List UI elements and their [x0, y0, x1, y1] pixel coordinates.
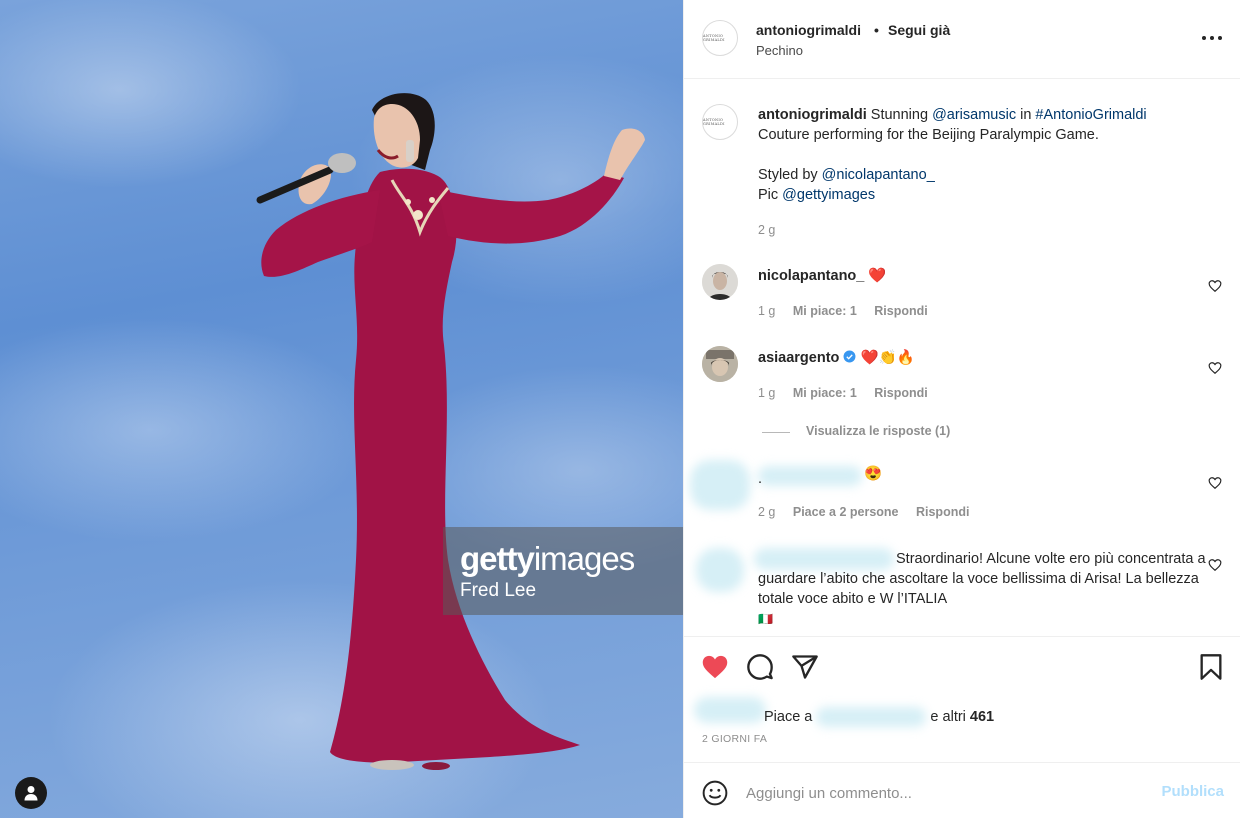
likes-count[interactable]: 461 [970, 709, 994, 725]
header-separator: • [874, 22, 879, 38]
likes-suffix: e altri [926, 708, 970, 725]
comment-text: asiaargento ❤️👏🔥 [758, 348, 915, 368]
mention-gettyimages[interactable]: @gettyimages [782, 187, 875, 203]
more-horizontal-icon[interactable] [1200, 28, 1224, 48]
comment-time: 1 g [758, 386, 776, 400]
redacted-liker-name[interactable] [816, 707, 927, 727]
follow-button[interactable]: Segui già [888, 22, 950, 38]
caption-pic: Pic [758, 187, 783, 203]
caption-avatar-text: ANTONIO GRIMALDI [703, 118, 725, 126]
avatar-brand-text: ANTONIO GRIMALDI [703, 34, 725, 42]
commenter-avatar[interactable] [702, 264, 738, 300]
comment-time: 1 g [758, 304, 776, 318]
getty-brand: gettyimages [460, 541, 683, 577]
performer-figure [256, 93, 645, 770]
comment-flag: 🇮🇹 [758, 612, 773, 626]
send-icon[interactable] [791, 653, 819, 681]
caption-part-1: Stunning [866, 107, 933, 123]
comment-body: ❤️ [868, 268, 887, 284]
publish-button[interactable]: Pubblica [1161, 783, 1224, 800]
comment-body: Straordinario! Alcune volte ero più conc… [758, 551, 1206, 607]
emoji-smile-icon[interactable] [702, 780, 728, 806]
likes-prefix: Piace a [764, 708, 817, 725]
getty-watermark: gettyimages Fred Lee [443, 527, 683, 615]
caption-time: 2 g [758, 223, 789, 237]
comment-likes[interactable]: Mi piace: 1 [793, 386, 857, 400]
comment-username[interactable]: nicolapantano_ [758, 268, 864, 284]
comment-body: ❤️👏🔥 [860, 350, 915, 366]
commenter-avatar[interactable] [702, 346, 738, 382]
getty-brand-bold: getty [460, 540, 535, 577]
bookmark-icon[interactable] [1197, 653, 1225, 681]
post-header: ANTONIO GRIMALDI antoniogrimaldi • Segui… [684, 0, 1240, 79]
comment-body: . [758, 471, 763, 487]
comment-text: nicolapantano_ ❤️ [758, 266, 886, 286]
caption-text: antoniogrimaldi Stunning @arisamusic in … [758, 105, 1208, 205]
likes-summary[interactable]: Piace a e altri 461 [764, 707, 994, 727]
comment-likes[interactable]: Mi piace: 1 [793, 304, 857, 318]
tagged-user-button[interactable] [15, 777, 47, 809]
post-timestamp[interactable]: 2 GIORNI FA [702, 733, 767, 745]
commenter-photo [702, 264, 738, 300]
redacted-avatar[interactable] [690, 460, 750, 510]
comment-emoji: 😍 [864, 466, 883, 482]
comment-username[interactable]: asiaargento [758, 350, 839, 366]
like-comment-heart-icon[interactable] [1208, 279, 1222, 293]
mention-nicolapantano[interactable]: @nicolapantano_ [822, 167, 935, 183]
comment-meta: 2 g Piace a 2 persone Rispondi [758, 505, 983, 519]
comment-icon[interactable] [746, 653, 774, 681]
post-location[interactable]: Pechino [756, 43, 803, 58]
heart-filled-icon[interactable] [701, 653, 729, 681]
comment-text: . [758, 469, 762, 489]
comment-time: 2 g [758, 505, 776, 519]
view-replies-button[interactable]: Visualizza le risposte (1) [806, 424, 950, 438]
getty-brand-thin: images [533, 540, 635, 577]
like-comment-heart-icon[interactable] [1208, 476, 1222, 490]
like-comment-heart-icon[interactable] [1208, 558, 1222, 572]
comment-text: Straordinario! Alcune volte ero più conc… [758, 549, 1208, 609]
comment-meta: 1 g Mi piace: 1 Rispondi [758, 386, 942, 400]
user-icon [24, 786, 38, 801]
caption-time-text: 2 g [758, 223, 776, 237]
reply-button[interactable]: Rispondi [874, 304, 927, 318]
comment-likes[interactable]: Piace a 2 persone [793, 505, 899, 519]
caption-styled-by: Styled by [758, 167, 822, 183]
post-photo[interactable]: gettyimages Fred Lee [0, 0, 683, 818]
comment-input[interactable] [746, 779, 1146, 807]
getty-credit: Fred Lee [460, 580, 537, 601]
caption-part-3: Couture performing for the Beijing Paral… [758, 127, 1099, 143]
redacted-liker-avatars[interactable] [694, 697, 766, 723]
add-comment-bar: Pubblica [684, 762, 1240, 818]
reply-button[interactable]: Rispondi [874, 386, 927, 400]
comments-list[interactable]: ANTONIO GRIMALDI antoniogrimaldi Stunnin… [684, 80, 1240, 636]
commenter-photo [702, 346, 738, 382]
post-side-panel: ANTONIO GRIMALDI antoniogrimaldi • Segui… [683, 0, 1240, 818]
caption-username[interactable]: antoniogrimaldi [758, 107, 867, 123]
redacted-username[interactable] [758, 466, 862, 486]
post-actions: Piace a e altri 461 2 GIORNI FA [684, 636, 1240, 761]
caption-part-2: in [1016, 107, 1036, 123]
author-avatar[interactable]: ANTONIO GRIMALDI [702, 20, 738, 56]
verified-badge-icon [843, 350, 856, 363]
author-username[interactable]: antoniogrimaldi [756, 22, 861, 38]
hashtag-antoniogrimaldi[interactable]: #AntonioGrimaldi [1035, 107, 1146, 123]
reply-button[interactable]: Rispondi [916, 505, 969, 519]
replies-divider [762, 432, 790, 433]
redacted-avatar[interactable] [696, 548, 744, 592]
caption-avatar[interactable]: ANTONIO GRIMALDI [702, 104, 738, 140]
like-comment-heart-icon[interactable] [1208, 361, 1222, 375]
comment-meta: 1 g Mi piace: 1 Rispondi [758, 304, 942, 318]
mention-arisamusic[interactable]: @arisamusic [932, 107, 1016, 123]
